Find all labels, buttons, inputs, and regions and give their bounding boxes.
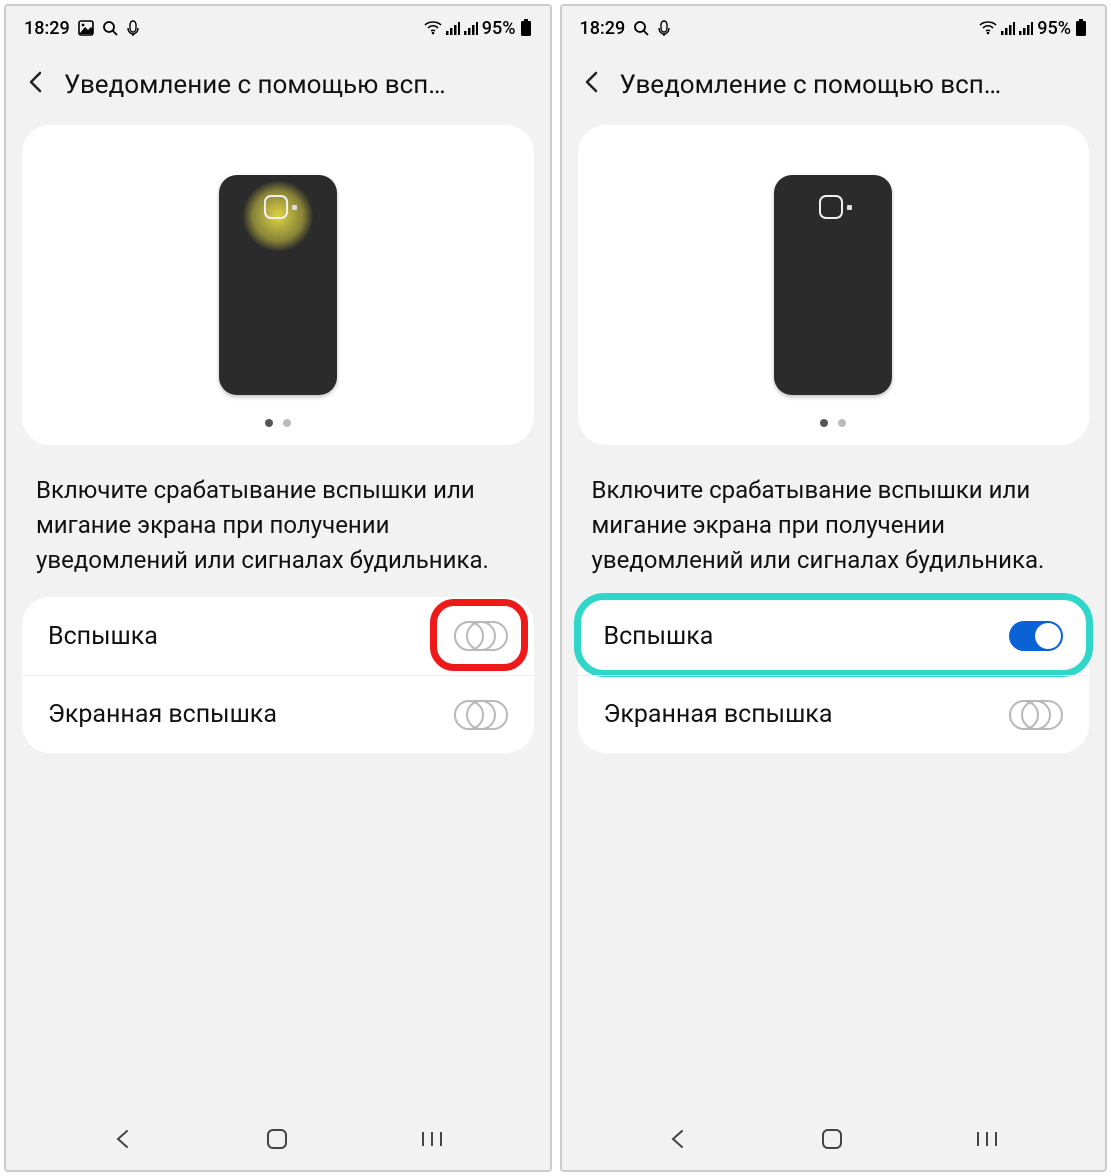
page-dot-1[interactable] [265, 419, 273, 427]
wifi-icon [424, 21, 442, 35]
signal-icon [1001, 21, 1015, 35]
row-flash-label: Вспышка [604, 622, 714, 651]
nav-bar [6, 1108, 550, 1170]
description-text: Включите срабатывание вспышки или мигани… [562, 445, 1106, 597]
camera-icon [819, 195, 843, 219]
row-flash[interactable]: Вспышка [578, 597, 1090, 675]
nav-back-button[interactable] [112, 1128, 134, 1150]
status-time: 18:29 [580, 18, 626, 39]
status-time: 18:29 [24, 18, 70, 39]
toggle-screen-flash[interactable] [1009, 700, 1063, 730]
settings-list: Вспышка Экранная вспышка [578, 597, 1090, 753]
camera-flash-dot [292, 205, 297, 210]
settings-list: Вспышка Экранная вспышка [22, 597, 534, 753]
voice-icon [126, 20, 140, 36]
page-title: Уведомление с помощью всп… [620, 70, 1090, 100]
page-dot-2[interactable] [283, 419, 291, 427]
signal-icon-2 [464, 21, 478, 35]
camera-flash-dot [847, 205, 852, 210]
row-screen-flash-label: Экранная вспышка [48, 700, 277, 729]
nav-recents-button[interactable] [975, 1129, 999, 1149]
page-title: Уведомление с помощью всп… [64, 70, 534, 100]
row-screen-flash-label: Экранная вспышка [604, 700, 833, 729]
status-bar: 18:29 95% [562, 6, 1106, 50]
nav-back-button[interactable] [667, 1128, 689, 1150]
battery-pct: 95% [482, 18, 516, 39]
nav-recents-button[interactable] [420, 1129, 444, 1149]
toggle-screen-flash[interactable] [454, 700, 508, 730]
row-flash[interactable]: Вспышка [22, 597, 534, 675]
phone-mock-illustration [219, 175, 337, 395]
phone-screen-right: 18:29 95% Уве [560, 4, 1108, 1172]
back-button[interactable] [578, 68, 606, 101]
battery-icon [520, 19, 532, 37]
page-indicator [820, 419, 846, 427]
signal-icon-2 [1019, 21, 1033, 35]
toggle-flash[interactable] [454, 621, 508, 651]
page-dot-2[interactable] [838, 419, 846, 427]
phone-screen-left: 18:29 95% [4, 4, 552, 1172]
toggle-flash[interactable] [1009, 621, 1063, 651]
wifi-icon [979, 21, 997, 35]
row-flash-label: Вспышка [48, 622, 158, 651]
nav-home-button[interactable] [265, 1127, 289, 1151]
row-screen-flash[interactable]: Экранная вспышка [578, 675, 1090, 753]
voice-icon [657, 20, 671, 36]
search-icon [102, 20, 118, 36]
battery-pct: 95% [1037, 18, 1071, 39]
status-bar: 18:29 95% [6, 6, 550, 50]
page-dot-1[interactable] [820, 419, 828, 427]
nav-home-button[interactable] [820, 1127, 844, 1151]
phone-mock-illustration [774, 175, 892, 395]
back-button[interactable] [22, 68, 50, 101]
page-indicator [265, 419, 291, 427]
page-header: Уведомление с помощью всп… [6, 50, 550, 125]
search-icon [633, 20, 649, 36]
page-header: Уведомление с помощью всп… [562, 50, 1106, 125]
signal-icon [446, 21, 460, 35]
camera-icon [264, 195, 288, 219]
row-screen-flash[interactable]: Экранная вспышка [22, 675, 534, 753]
preview-card[interactable] [22, 125, 534, 445]
description-text: Включите срабатывание вспышки или мигани… [6, 445, 550, 597]
preview-card[interactable] [578, 125, 1090, 445]
nav-bar [562, 1108, 1106, 1170]
battery-icon [1075, 19, 1087, 37]
gallery-icon [78, 20, 94, 36]
